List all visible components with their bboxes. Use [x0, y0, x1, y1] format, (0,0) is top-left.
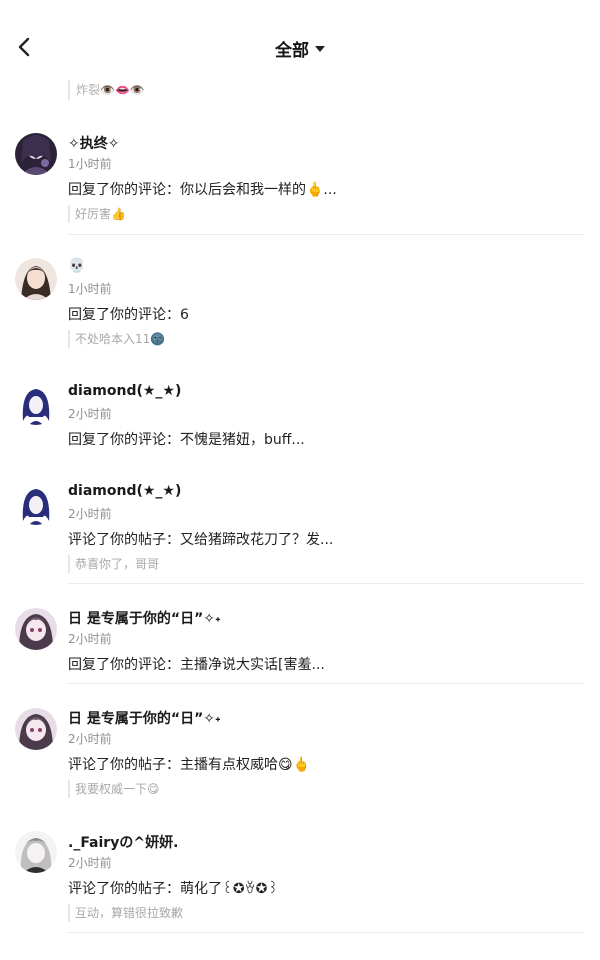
filter-dropdown[interactable]: 全部 [0, 36, 600, 61]
avatar[interactable] [15, 133, 57, 175]
notification-message[interactable]: 评论了你的帖子：主播有点权威哈😋🖕 [68, 754, 310, 774]
notification-item[interactable]: diamond(★_★) 2小时前 回复了你的评论：不愧是猪妞，buff... [0, 370, 600, 460]
avatar[interactable] [15, 483, 57, 525]
notification-item[interactable]: ._Fairyの^妍妍. 2小时前 评论了你的帖子：萌化了꒰✪ꈊ✪꒱ 互动，算错… [0, 820, 600, 935]
quoted-comment: 我要权威一下😋 [68, 780, 160, 798]
avatar[interactable] [15, 831, 57, 873]
avatar[interactable] [15, 708, 57, 750]
divider [68, 583, 584, 584]
timestamp: 1小时前 [68, 157, 112, 171]
caret-down-icon [315, 46, 325, 52]
quoted-comment-text: 我要权威一下😋 [75, 782, 160, 796]
avatar[interactable] [15, 258, 57, 300]
quoted-comment-text: 互动，算错很拉致歉 [75, 906, 184, 920]
quoted-comment-text: 炸裂👁️👄👁️ [76, 83, 145, 97]
notification-item[interactable]: 日 是专属于你的“日”✧˖ 2小时前 评论了你的帖子：主播有点权威哈😋🖕 我要权… [0, 695, 600, 810]
quoted-comment-text: 好厉害👍 [75, 207, 126, 221]
notification-message[interactable]: 回复了你的评论：你以后会和我一样的🖕... [68, 179, 337, 199]
quoted-comment: 好厉害👍 [68, 205, 126, 223]
divider [68, 932, 584, 933]
quoted-comment: 恭喜你了，哥哥 [68, 555, 159, 573]
quoted-comment: 炸裂👁️👄👁️ [68, 80, 145, 100]
user-name[interactable]: ._Fairyの^妍妍. [68, 832, 178, 852]
timestamp: 2小时前 [68, 407, 112, 421]
timestamp: 2小时前 [68, 856, 112, 870]
user-name[interactable]: ✧执终✧ [68, 133, 119, 153]
page-title: 全部 [275, 40, 309, 61]
user-name[interactable]: 💀 [68, 258, 85, 274]
notification-item[interactable]: 💀 1小时前 回复了你的评论：6 不处哈本入11🌚 [0, 245, 600, 360]
notification-item[interactable]: 日 是专属于你的“日”✧˖ 2小时前 回复了你的评论：主播净说大实话[害羞... [0, 595, 600, 685]
user-name[interactable]: diamond(★_★) [68, 383, 181, 399]
quoted-comment-text: 恭喜你了，哥哥 [75, 557, 160, 571]
timestamp: 1小时前 [68, 282, 112, 296]
notification-page: 全部 炸裂👁️👄👁️ ✧执终✧ 1小时前 回复了你的评论：你以后会和我一样的🖕.… [0, 0, 600, 960]
quoted-comment: 互动，算错很拉致歉 [68, 904, 183, 922]
notification-item[interactable]: ✧执终✧ 1小时前 回复了你的评论：你以后会和我一样的🖕... 好厉害👍 [0, 120, 600, 235]
timestamp: 2小时前 [68, 732, 112, 746]
avatar[interactable] [15, 608, 57, 650]
notification-message[interactable]: 回复了你的评论：主播净说大实话[害羞... [68, 654, 325, 674]
quoted-comment: 不处哈本入11🌚 [68, 330, 165, 348]
user-name[interactable]: 日 是专属于你的“日”✧˖ [68, 708, 221, 728]
notification-message[interactable]: 回复了你的评论：6 [68, 304, 189, 324]
divider [68, 683, 584, 684]
divider [68, 234, 584, 235]
notification-message[interactable]: 评论了你的帖子：萌化了꒰✪ꈊ✪꒱ [68, 878, 278, 898]
timestamp: 2小时前 [68, 507, 112, 521]
quoted-comment-text: 不处哈本入11🌚 [75, 332, 166, 346]
user-name[interactable]: diamond(★_★) [68, 483, 181, 499]
timestamp: 2小时前 [68, 632, 112, 646]
avatar[interactable] [15, 383, 57, 425]
user-name[interactable]: 日 是专属于你的“日”✧˖ [68, 608, 221, 628]
notification-item[interactable]: diamond(★_★) 2小时前 评论了你的帖子：又给猪蹄改花刀了？发... … [0, 470, 600, 585]
notification-message[interactable]: 回复了你的评论：不愧是猪妞，buff... [68, 429, 305, 449]
notification-message[interactable]: 评论了你的帖子：又给猪蹄改花刀了？发... [68, 529, 333, 549]
top-bar: 全部 [0, 0, 600, 80]
